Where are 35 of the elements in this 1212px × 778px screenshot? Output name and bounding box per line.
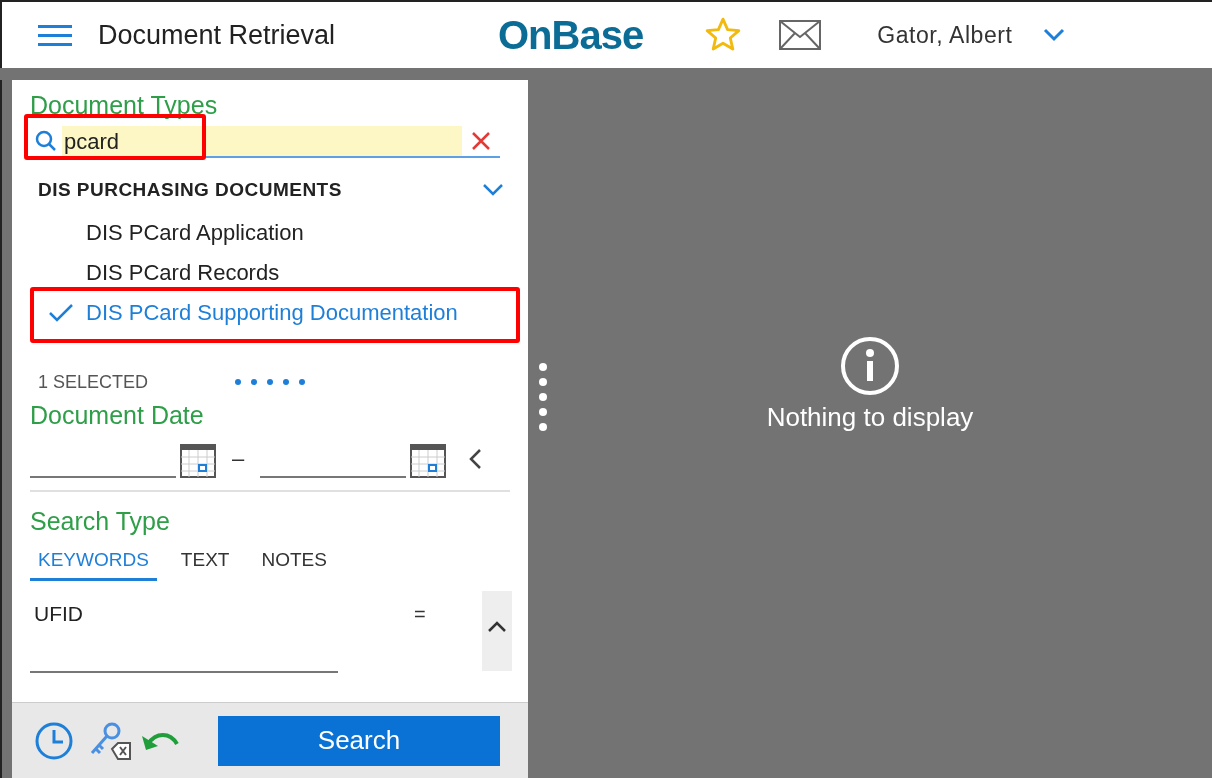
document-type-item[interactable]: DIS PCard Application: [86, 216, 304, 249]
group-label[interactable]: DIS PURCHASING DOCUMENTS: [38, 176, 342, 205]
resize-handle-icon[interactable]: [538, 362, 548, 432]
search-type-tab[interactable]: KEYWORDS: [30, 545, 157, 581]
page-title: Document Retrieval: [98, 18, 337, 52]
chevron-icon[interactable]: [482, 183, 504, 198]
search-type-tab[interactable]: NOTES: [253, 545, 335, 581]
keyword-label: UFID: [33, 601, 84, 628]
more-dots-icon[interactable]: [234, 378, 306, 386]
section-heading: Document Date: [30, 399, 205, 430]
selected-count: 1 SELECTED: [38, 370, 150, 394]
info-icon: [840, 336, 900, 396]
date-separator: –: [231, 445, 246, 473]
mail-icon[interactable]: [779, 20, 822, 50]
clock-icon[interactable]: [34, 720, 74, 761]
search-button[interactable]: Search: [218, 715, 500, 766]
search-field[interactable]: pcard: [62, 126, 462, 156]
key-clear-icon[interactable]: [88, 720, 132, 761]
document-type-item[interactable]: DIS PCard Supporting Documentation: [86, 296, 458, 329]
section-heading: Search Type: [30, 505, 171, 536]
menu-icon[interactable]: [38, 24, 72, 46]
search-icon: [34, 129, 58, 153]
operator[interactable]: =: [414, 599, 426, 629]
scroll-up-icon[interactable]: [487, 619, 507, 633]
empty-message: Nothing to display: [766, 401, 974, 434]
check-icon: [48, 302, 74, 323]
user-name[interactable]: Gator, Albert: [877, 17, 1043, 53]
scrollbar[interactable]: [482, 591, 512, 671]
logo: OnBase: [498, 12, 644, 59]
calendar-icon[interactable]: [180, 443, 216, 478]
document-type-item[interactable]: DIS PCard Records: [86, 256, 280, 289]
clear-icon[interactable]: [470, 130, 492, 152]
chevron-down-icon[interactable]: [1042, 27, 1067, 43]
search-type-tab[interactable]: TEXT: [172, 545, 238, 581]
calendar-icon[interactable]: [410, 443, 447, 478]
